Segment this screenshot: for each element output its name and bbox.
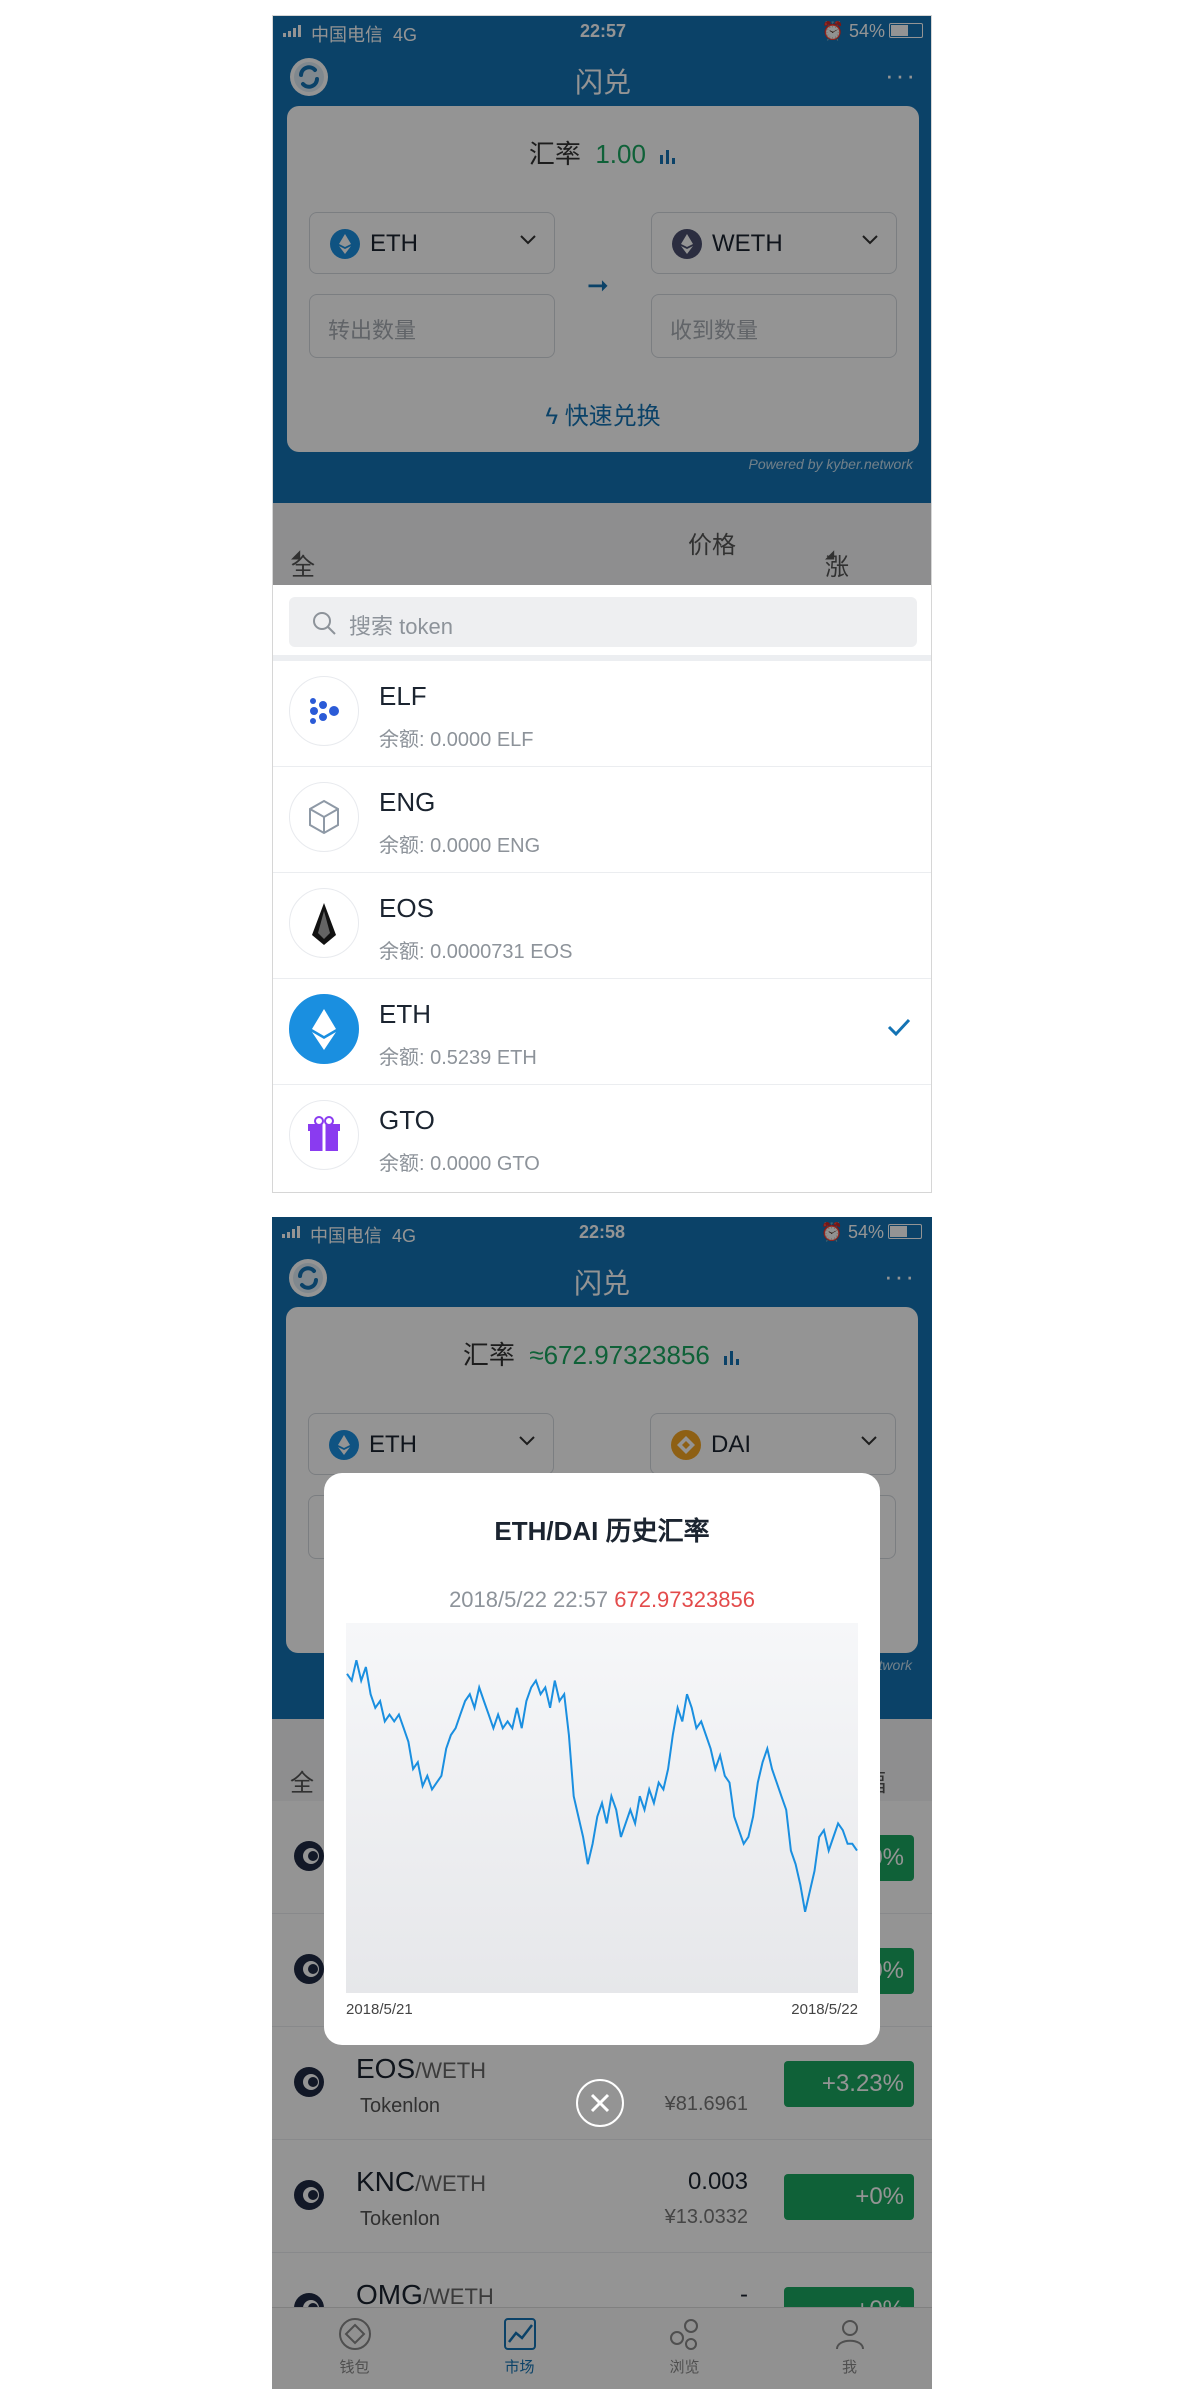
token-row-eng[interactable]: ENG 余额: 0.0000 ENG [273,767,931,873]
token-picker-sheet: 搜索 token ELF 余额: 0.0000 ELF ENG 余额: 0.00… [273,585,931,1192]
close-modal-button[interactable] [576,2079,624,2127]
token-balance: 余额: 0.0000 GTO [379,1153,540,1175]
search-icon [313,612,336,635]
token-symbol: ENG [379,787,436,817]
token-balance: 余额: 0.5239 ETH [379,1047,537,1069]
close-icon [590,2093,610,2113]
token-balance: 余额: 0.0000 ELF [379,729,534,751]
checkmark-icon [887,1018,911,1037]
token-symbol: ETH [379,999,431,1029]
token-row-eth[interactable]: ETH 余额: 0.5239 ETH [273,979,931,1085]
x-axis-end-label: 2018/5/22 [791,2001,858,2018]
token-row-gto[interactable]: GTO 余额: 0.0000 GTO [273,1085,931,1191]
eth-icon [289,994,359,1064]
chart-background [346,1623,858,1993]
dim-overlay[interactable] [273,16,931,585]
rate-history-modal: ETH/DAI 历史汇率 2018/5/22 22:57 672.9732385… [324,1473,880,2045]
elf-icon [289,676,359,746]
token-row-elf[interactable]: ELF 余额: 0.0000 ELF [273,661,931,767]
token-balance: 余额: 0.0000 ENG [379,835,541,857]
modal-title: ETH/DAI 历史汇率 [494,1516,710,1546]
token-symbol: ELF [379,681,427,711]
rate-history-chart [346,1623,858,1993]
token-symbol: EOS [379,893,434,923]
token-search-input[interactable]: 搜索 token [289,597,917,647]
screen-token-selector: 中国电信 4G 22:57 ⏰ 54% 闪兑 ··· 汇率 1.00 ETH ➞… [272,15,932,1193]
eos-icon [289,888,359,958]
x-axis-start-label: 2018/5/21 [346,2001,413,2018]
screen-rate-history: 中国电信 4G 22:58 ⏰ 54% 闪兑 ··· 汇率 ≈672.97323… [272,1217,932,2389]
eng-icon [289,782,359,852]
modal-rate-readout: 2018/5/22 22:57 672.97323856 [449,1587,755,1612]
token-row-eos[interactable]: EOS 余额: 0.0000731 EOS [273,873,931,979]
token-symbol: GTO [379,1105,435,1135]
token-balance: 余额: 0.0000731 EOS [379,941,573,963]
gto-icon [289,1100,359,1170]
